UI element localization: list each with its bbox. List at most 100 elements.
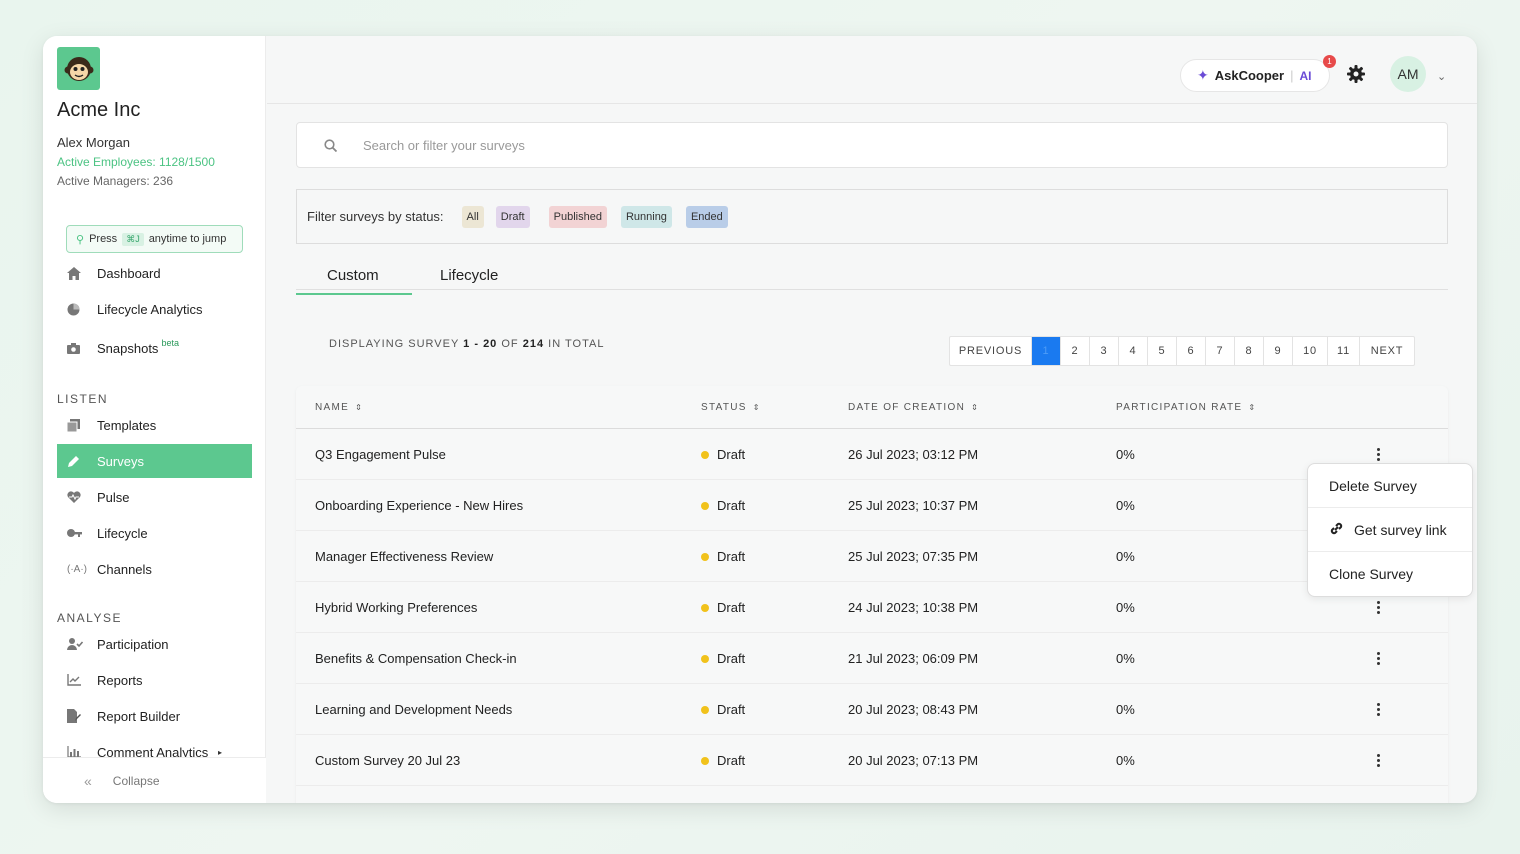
pie-chart-icon — [57, 303, 97, 316]
quick-jump-hint[interactable]: ⚲ Press ⌘J anytime to jump — [66, 225, 243, 253]
display-range: 1 - 20 — [463, 338, 498, 350]
column-date[interactable]: DATE OF CREATION ⇕ — [848, 402, 979, 413]
nav-channels[interactable]: (·A·) Channels — [57, 552, 252, 586]
survey-date: 25 Jul 2023; 10:37 PM — [848, 498, 979, 513]
column-status[interactable]: STATUS ⇕ — [701, 402, 761, 413]
status-dot — [701, 451, 709, 459]
survey-status: Draft — [701, 549, 745, 564]
chevron-down-icon[interactable]: ⌄ — [1437, 70, 1446, 83]
jump-shortcut: ⌘J — [122, 232, 144, 246]
status-label: Draft — [717, 447, 746, 462]
survey-name[interactable]: Hybrid Working Preferences — [315, 600, 477, 615]
more-options-icon[interactable] — [1374, 750, 1382, 770]
column-participation[interactable]: PARTICIPATION RATE ⇕ — [1116, 402, 1256, 413]
pagination: PREVIOUS 1 2 3 4 5 6 7 8 9 10 11 NEXT — [949, 336, 1415, 366]
table-row[interactable]: Benefits & Compensation Check-in Draft 21 … — [296, 633, 1448, 684]
gear-icon[interactable] — [1347, 65, 1365, 83]
delete-survey-item[interactable]: Delete Survey — [1308, 464, 1472, 508]
askcooper-button[interactable]: ✦ AskCooper | AI — [1180, 59, 1330, 92]
nav-reports[interactable]: Reports — [57, 663, 252, 697]
survey-table: NAME ⇕ STATUS ⇕ DATE OF CREATION ⇕ PARTICIP… — [296, 386, 1448, 803]
survey-rate: 0% — [1116, 753, 1135, 768]
pager-page[interactable]: 7 — [1206, 337, 1235, 365]
status-dot — [701, 604, 709, 612]
top-bar: ✦ AskCooper | AI 1 AM ⌄ — [267, 36, 1477, 104]
more-options-icon[interactable] — [1374, 597, 1382, 617]
pager-page[interactable]: 6 — [1177, 337, 1206, 365]
search-input[interactable]: Search or filter your surveys — [363, 138, 525, 153]
get-survey-link-item[interactable]: Get survey link — [1308, 508, 1472, 552]
beta-badge: beta — [161, 338, 179, 348]
pager-page[interactable]: 11 — [1328, 337, 1360, 365]
pager-page[interactable]: 2 — [1061, 337, 1090, 365]
survey-name[interactable]: Manager Effectiveness Review — [315, 549, 493, 564]
tab-custom[interactable]: Custom — [296, 267, 412, 295]
survey-rate: 0% — [1116, 600, 1135, 615]
pager-page[interactable]: 3 — [1090, 337, 1119, 365]
more-options-icon[interactable] — [1374, 444, 1382, 464]
pager-page[interactable]: 4 — [1119, 337, 1148, 365]
table-row[interactable]: Manager Effectiveness Review Draft 25 Jul … — [296, 531, 1448, 582]
nav-snapshots[interactable]: Snapshots beta — [57, 331, 252, 365]
survey-search[interactable]: Search or filter your surveys — [296, 122, 1448, 168]
survey-name[interactable]: Onboarding Experience - New Hires — [315, 498, 523, 513]
avatar[interactable]: AM — [1390, 56, 1426, 92]
nav-label: Surveys — [97, 453, 144, 469]
survey-rate: 0% — [1116, 549, 1135, 564]
filter-chip-ended[interactable]: Ended — [685, 205, 728, 228]
status-label: Draft — [717, 651, 746, 666]
pager-page[interactable]: 10 — [1293, 337, 1328, 365]
app-window: Acme Inc Alex Morgan Active Employees: 1… — [43, 36, 1477, 803]
survey-status: Draft — [701, 702, 745, 717]
pager-page[interactable]: 9 — [1264, 337, 1293, 365]
menu-label: Get survey link — [1354, 521, 1447, 538]
pager-previous[interactable]: PREVIOUS — [950, 337, 1032, 365]
nav-surveys[interactable]: Surveys — [57, 444, 252, 478]
sort-icon: ⇕ — [1248, 403, 1257, 412]
nav-templates[interactable]: Templates — [57, 408, 252, 442]
filter-chip-draft[interactable]: Draft — [495, 205, 530, 228]
display-total: 214 — [522, 338, 545, 350]
nav-label: Pulse — [97, 489, 130, 505]
survey-name[interactable]: Custom Survey 20 Jul 23 — [315, 753, 460, 768]
company-logo[interactable] — [57, 47, 100, 90]
pager-next[interactable]: NEXT — [1360, 337, 1414, 365]
filter-chip-all[interactable]: All — [461, 205, 484, 228]
table-row[interactable]: Custom Survey 20 Jul 23 Draft 20 Jul 2023;… — [296, 735, 1448, 786]
survey-name[interactable]: Learning and Development Needs — [315, 702, 512, 717]
survey-rate: 0% — [1116, 447, 1135, 462]
collapse-button[interactable]: « Collapse — [43, 757, 266, 803]
column-label: STATUS — [701, 402, 747, 413]
clone-survey-item[interactable]: Clone Survey — [1308, 552, 1472, 596]
status-dot — [701, 502, 709, 510]
table-row[interactable]: Onboarding Experience - New Hires Draft 25… — [296, 480, 1448, 531]
nav-lifecycle[interactable]: Lifecycle — [57, 516, 252, 550]
status-dot — [701, 706, 709, 714]
tab-lifecycle[interactable]: Lifecycle — [440, 267, 498, 284]
nav-report-builder[interactable]: Report Builder — [57, 699, 252, 733]
survey-name[interactable]: Q3 Engagement Pulse — [315, 447, 446, 462]
key-icon — [57, 528, 97, 538]
section-analyse: ANALYSE — [57, 611, 122, 625]
company-name: Acme Inc — [57, 99, 141, 121]
filter-chip-running[interactable]: Running — [620, 205, 672, 228]
more-options-icon[interactable] — [1374, 648, 1382, 668]
survey-name[interactable]: Benefits & Compensation Check-in — [315, 651, 517, 666]
table-row[interactable]: Learning and Development Needs Draft 20 Ju… — [296, 684, 1448, 735]
pager-page[interactable]: 8 — [1235, 337, 1264, 365]
status-dot — [701, 757, 709, 765]
nav-lifecycle-analytics[interactable]: Lifecycle Analytics — [57, 292, 252, 326]
pager-page[interactable]: 1 — [1032, 337, 1061, 365]
status-label: Draft — [717, 498, 746, 513]
nav-pulse[interactable]: Pulse — [57, 480, 252, 514]
more-options-icon[interactable] — [1374, 699, 1382, 719]
nav-dashboard[interactable]: Dashboard — [57, 256, 252, 290]
filter-chip-published[interactable]: Published — [548, 205, 607, 228]
nav-participation[interactable]: Participation — [57, 627, 252, 661]
display-suffix: IN TOTAL — [548, 338, 605, 350]
table-row[interactable]: Hybrid Working Preferences Draft 24 Jul 20… — [296, 582, 1448, 633]
pager-page[interactable]: 5 — [1148, 337, 1177, 365]
survey-date: 26 Jul 2023; 03:12 PM — [848, 447, 979, 462]
table-row[interactable]: Q3 Engagement Pulse Draft 26 Jul 2023; 03:… — [296, 429, 1448, 480]
column-name[interactable]: NAME ⇕ — [315, 402, 363, 413]
